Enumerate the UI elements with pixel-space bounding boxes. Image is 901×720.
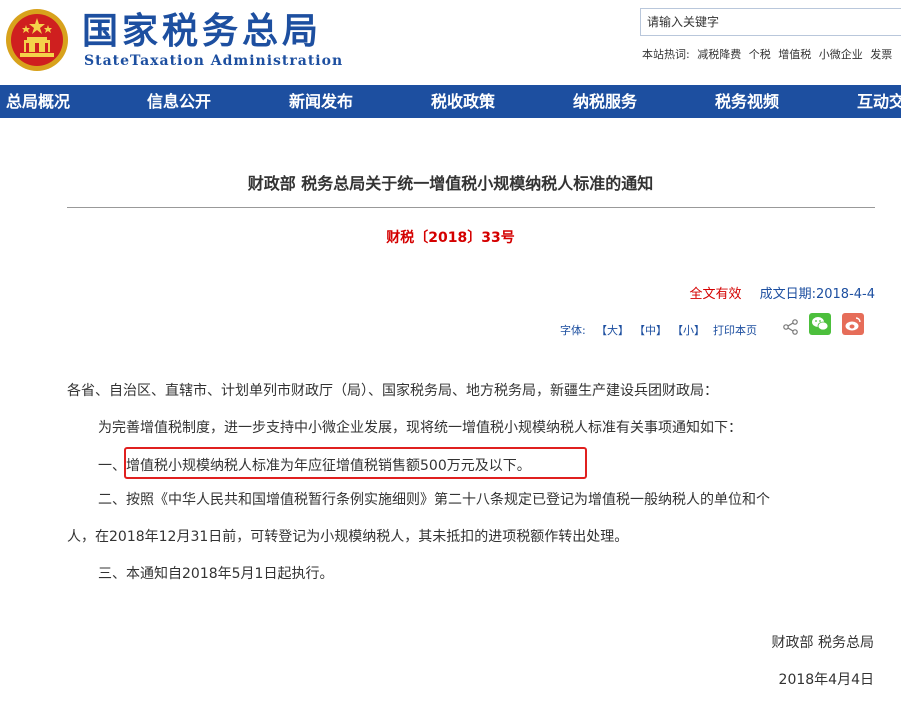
font-large-button[interactable]: 【大】 <box>596 322 629 338</box>
hot-words: 本站热词: 减税降费 个税 增值税 小微企业 发票 <box>642 46 896 62</box>
paragraph-item-2-cont: 人，在2018年12月31日前，可转登记为小规模纳税人，其未抵扣的进项税额作转出… <box>67 529 629 545</box>
hot-words-label: 本站热词: <box>642 48 690 61</box>
signature: 财政部 税务总局 <box>771 635 874 651</box>
paragraph-item-1: 一、增值税小规模纳税人标准为年应征增值税销售额500万元及以下。 <box>98 458 531 474</box>
hot-word-link[interactable]: 发票 <box>870 48 892 61</box>
main-nav: 总局概况 信息公开 新闻发布 税收政策 纳税服务 税务视频 互动交流 <box>0 85 901 118</box>
nav-item-overview[interactable]: 总局概况 <box>6 85 70 118</box>
nav-item-news[interactable]: 新闻发布 <box>289 85 353 118</box>
search-input[interactable] <box>640 8 901 36</box>
nav-item-tax-policy[interactable]: 税收政策 <box>431 85 495 118</box>
hot-word-link[interactable]: 增值税 <box>778 48 811 61</box>
share-icon[interactable] <box>782 318 800 336</box>
hot-word-link[interactable]: 减税降费 <box>697 48 741 61</box>
font-small-button[interactable]: 【小】 <box>672 322 705 338</box>
site-logo-en[interactable]: StateTaxation Administration <box>84 53 343 69</box>
paragraph-item-2: 二、按照《中华人民共和国增值税暂行条例实施细则》第二十八条规定已登记为增值税一般… <box>98 492 770 508</box>
hot-word-link[interactable]: 个税 <box>749 48 771 61</box>
issue-date: 成文日期:2018-4-4 <box>759 287 875 302</box>
article-meta: 全文有效 成文日期:2018-4-4 <box>689 283 875 302</box>
weibo-icon[interactable] <box>842 313 864 335</box>
font-size-label: 字体: <box>560 324 586 337</box>
wechat-icon[interactable] <box>809 313 831 335</box>
font-medium-button[interactable]: 【中】 <box>634 322 667 338</box>
nav-item-video[interactable]: 税务视频 <box>715 85 779 118</box>
signature-date: 2018年4月4日 <box>778 672 874 688</box>
article-title: 财政部 税务总局关于统一增值税小规模纳税人标准的通知 <box>247 174 654 193</box>
nav-item-interaction[interactable]: 互动交流 <box>857 85 901 118</box>
validity-status: 全文有效 <box>689 287 742 302</box>
national-emblem-icon <box>6 9 68 71</box>
title-divider <box>67 207 875 208</box>
nav-item-taxpayer-service[interactable]: 纳税服务 <box>573 85 637 118</box>
hot-word-link[interactable]: 小微企业 <box>819 48 863 61</box>
site-logo-cn[interactable]: 国家税务总局 <box>82 10 322 54</box>
paragraph-recipients: 各省、自治区、直辖市、计划单列市财政厅（局）、国家税务局、地方税务局，新疆生产建… <box>67 383 718 399</box>
paragraph-intro: 为完善增值税制度，进一步支持中小微企业发展，现将统一增值税小规模纳税人标准有关事… <box>98 420 742 436</box>
print-button[interactable]: 打印本页 <box>713 322 757 338</box>
document-number: 财税〔2018〕33号 <box>386 230 515 246</box>
nav-item-disclosure[interactable]: 信息公开 <box>147 85 211 118</box>
site-header: 国家税务总局 StateTaxation Administration 本站热词… <box>0 0 901 85</box>
paragraph-item-3: 三、本通知自2018年5月1日起执行。 <box>98 566 334 582</box>
